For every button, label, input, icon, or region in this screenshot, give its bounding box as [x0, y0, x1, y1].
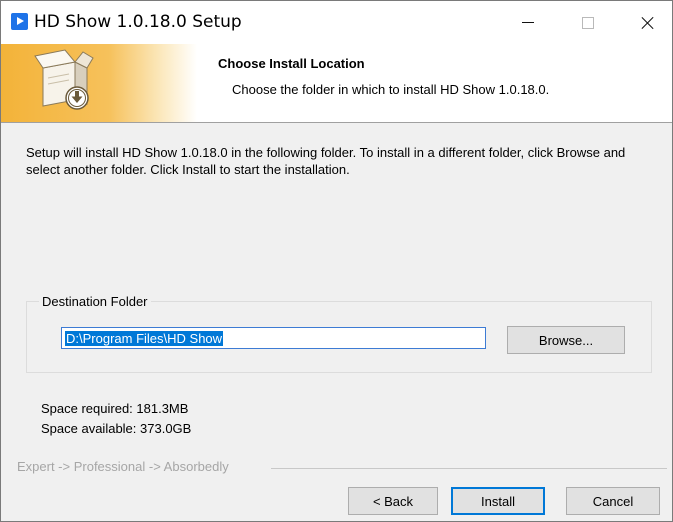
header-banner: [1, 44, 197, 122]
title-bar[interactable]: HD Show 1.0.18.0 Setup: [1, 1, 672, 44]
browse-button[interactable]: Browse...: [507, 326, 625, 354]
wizard-header: Choose Install Location Choose the folde…: [1, 44, 672, 123]
space-info: Space required: 181.3MB Space available:…: [41, 399, 191, 439]
install-button[interactable]: Install: [451, 487, 545, 515]
install-path-value: D:\Program Files\HD Show: [65, 331, 224, 346]
minimize-icon: [522, 22, 534, 23]
cancel-button[interactable]: Cancel: [566, 487, 660, 515]
install-path-input[interactable]: D:\Program Files\HD Show: [61, 327, 486, 349]
install-description: Setup will install HD Show 1.0.18.0 in t…: [26, 145, 626, 177]
space-required: Space required: 181.3MB: [41, 401, 189, 416]
setup-window: HD Show 1.0.18.0 Setup Choose Install Lo…: [0, 0, 673, 522]
footer-divider: [271, 468, 667, 469]
maximize-button[interactable]: [565, 1, 611, 44]
minimize-button[interactable]: [505, 1, 551, 44]
destination-folder-label: Destination Folder: [39, 294, 151, 309]
page-title: Choose Install Location: [218, 56, 365, 71]
destination-folder-group: Destination Folder D:\Program Files\HD S…: [26, 294, 652, 373]
window-title: HD Show 1.0.18.0 Setup: [34, 12, 242, 32]
back-button[interactable]: < Back: [348, 487, 438, 515]
branding-text: Expert -> Professional -> Absorbedly: [17, 459, 229, 474]
maximize-icon: [582, 16, 594, 29]
page-subtitle: Choose the folder in which to install HD…: [232, 82, 550, 97]
play-icon: [11, 13, 28, 30]
install-box-icon: [34, 49, 94, 110]
close-icon: [641, 16, 655, 30]
close-button[interactable]: [625, 1, 671, 44]
space-available: Space available: 373.0GB: [41, 421, 192, 436]
